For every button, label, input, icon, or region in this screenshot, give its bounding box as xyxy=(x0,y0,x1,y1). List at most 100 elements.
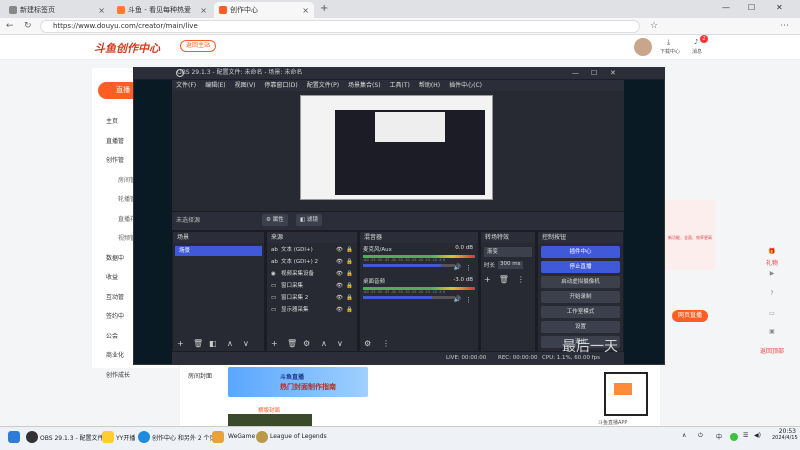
sidebar-item[interactable]: 数据中 xyxy=(106,253,124,262)
obs-minimize-button[interactable]: — xyxy=(572,69,579,77)
maximize-button[interactable]: ☐ xyxy=(748,3,755,12)
trash-icon[interactable]: 🗑 xyxy=(193,339,203,348)
source-item[interactable]: ▭ 显示器采集 👁 🔒 xyxy=(267,305,357,315)
volume-slider[interactable] xyxy=(363,264,455,267)
chat-icon[interactable]: ▭ xyxy=(760,310,784,317)
eye-icon[interactable]: 👁 xyxy=(336,257,343,267)
add-icon[interactable]: + xyxy=(271,339,278,348)
filters-button[interactable]: ◧ 滤镜 xyxy=(296,214,322,226)
tab-new-tab[interactable]: 新建标签页 × xyxy=(4,2,110,18)
back-to-top-link[interactable]: 返回顶部 xyxy=(760,346,784,355)
url-input[interactable]: https://www.douyu.com/creator/main/live xyxy=(40,20,640,33)
properties-button[interactable]: ⚙ 属性 xyxy=(262,214,288,226)
volume-slider[interactable] xyxy=(363,296,455,299)
sidebar-item[interactable]: 创作管 xyxy=(106,155,124,164)
speaker-icon[interactable]: 🔊 xyxy=(454,296,461,303)
messages-link[interactable]: 消息 xyxy=(692,48,702,55)
obs-menu-item[interactable]: 视图(V) xyxy=(235,82,256,89)
speaker-icon[interactable]: 🔊 xyxy=(454,264,461,271)
control-button[interactable]: 设置 xyxy=(541,321,620,333)
taskbar-yy[interactable]: YY开播 xyxy=(116,433,135,442)
back-to-main-button[interactable]: 返回主站 xyxy=(180,40,217,52)
gear-icon[interactable]: ⚙ xyxy=(303,339,310,348)
sidebar-item[interactable]: 公会 xyxy=(106,331,118,340)
control-button[interactable]: 开始录制 xyxy=(541,291,620,303)
eye-icon[interactable]: 👁 xyxy=(336,293,343,303)
new-tab-button[interactable]: + xyxy=(320,3,328,14)
lock-icon[interactable]: 🔒 xyxy=(346,305,353,315)
source-item[interactable]: ◉ 视频采集设备 👁 🔒 xyxy=(267,269,357,279)
close-icon[interactable]: × xyxy=(200,6,207,15)
obs-menu-item[interactable]: 文件(F) xyxy=(176,82,196,89)
avatar[interactable] xyxy=(634,38,652,56)
lock-icon[interactable]: 🔒 xyxy=(346,293,353,303)
sidebar-item[interactable]: 商业化 xyxy=(106,350,124,359)
monitor-icon[interactable]: ▣ xyxy=(760,328,784,335)
more-icon[interactable]: ⋯ xyxy=(780,21,789,31)
web-live-button[interactable]: 网页直播 xyxy=(672,310,709,322)
close-icon[interactable]: × xyxy=(98,6,105,15)
back-icon[interactable]: ← xyxy=(6,21,14,31)
download-center-link[interactable]: 下载中心 xyxy=(660,48,680,55)
chevron-down-icon[interactable]: ∨ xyxy=(243,339,249,348)
source-item[interactable]: ab 文本 (GDI+) 2 👁 🔒 xyxy=(267,257,357,267)
source-item[interactable]: ▭ 窗口采集 2 👁 🔒 xyxy=(267,293,357,303)
wechat-icon[interactable] xyxy=(730,433,738,441)
chevron-up-icon[interactable]: ∧ xyxy=(682,432,686,439)
favorite-icon[interactable]: ☆ xyxy=(650,21,658,31)
sidebar-item[interactable]: 签约中 xyxy=(106,311,124,320)
power-icon[interactable]: ⏻ xyxy=(698,432,703,440)
more-icon[interactable]: ⋮ xyxy=(465,296,472,304)
minimize-button[interactable]: — xyxy=(722,3,730,12)
wegame-icon[interactable] xyxy=(212,431,224,443)
add-icon[interactable]: + xyxy=(484,275,491,284)
obs-menu-item[interactable]: 场景集合(S) xyxy=(348,82,381,89)
control-button[interactable]: 启动虚拟摄像机 xyxy=(541,276,620,288)
eye-icon[interactable]: 👁 xyxy=(336,305,343,315)
scene-item[interactable]: 场景 xyxy=(175,246,262,256)
trash-icon[interactable]: 🗑 xyxy=(499,275,509,284)
lock-icon[interactable]: 🔒 xyxy=(346,257,353,267)
source-item[interactable]: ▭ 窗口采集 👁 🔒 xyxy=(267,281,357,291)
eye-icon[interactable]: 👁 xyxy=(336,281,343,291)
more-icon[interactable]: ⋮ xyxy=(517,275,525,284)
close-window-button[interactable]: ✕ xyxy=(776,3,783,12)
taskbar-wegame[interactable]: WeGame xyxy=(228,433,255,440)
taskbar-browser[interactable]: 创作中心 和另外 2 个页 xyxy=(152,433,216,442)
yy-app-icon[interactable] xyxy=(102,431,114,443)
obs-menu-item[interactable]: 编辑(E) xyxy=(205,82,225,89)
source-item[interactable]: ab 文本 (GDI+) 👁 🔒 xyxy=(267,245,357,255)
gift-icon[interactable]: 🎁 xyxy=(760,248,784,255)
chevron-up-icon[interactable]: ∧ xyxy=(321,339,327,348)
sidebar-item[interactable]: 收益 xyxy=(106,272,118,281)
help-icon[interactable]: ? xyxy=(760,290,784,297)
obs-menu-item[interactable]: 工具(T) xyxy=(390,82,410,89)
site-logo[interactable]: 斗鱼创作中心 xyxy=(94,40,160,56)
sidebar-item[interactable]: 直播管 xyxy=(106,136,124,145)
control-button[interactable]: 停止直播 xyxy=(541,261,620,273)
clock[interactable]: 20:53 2024/4/15 xyxy=(772,428,798,441)
ime-indicator[interactable]: 中 xyxy=(716,432,722,441)
eye-icon[interactable]: 👁 xyxy=(336,269,343,279)
obs-menu-item[interactable]: 配置文件(P) xyxy=(307,82,339,89)
obs-app-icon[interactable] xyxy=(26,431,38,443)
add-icon[interactable]: + xyxy=(177,339,184,348)
obs-menu-item[interactable]: 插件中心(C) xyxy=(449,82,482,89)
sidebar-item[interactable]: 创作成长 xyxy=(106,370,130,379)
sidebar-item[interactable]: 互动管 xyxy=(106,292,124,301)
sidebar-item[interactable]: 主页 xyxy=(106,116,118,125)
obs-menu-item[interactable]: 停靠窗口(D) xyxy=(264,82,297,89)
play-icon[interactable]: ▶ xyxy=(760,270,784,277)
volume-icon[interactable]: ◀) xyxy=(754,432,761,439)
network-icon[interactable]: ☰ xyxy=(743,432,748,439)
bell-icon[interactable]: ♪ xyxy=(694,38,698,46)
chevron-down-icon[interactable]: ∨ xyxy=(337,339,343,348)
obs-menu-item[interactable]: 帮助(H) xyxy=(419,82,440,89)
lock-icon[interactable]: 🔒 xyxy=(346,245,353,255)
lock-icon[interactable]: 🔒 xyxy=(346,281,353,291)
lock-icon[interactable]: 🔒 xyxy=(346,269,353,279)
close-icon[interactable]: × xyxy=(302,6,309,15)
mixer-settings-icon[interactable]: ⚙ xyxy=(364,339,371,348)
download-icon[interactable]: ⤓ xyxy=(667,38,670,47)
more-icon[interactable]: ⋮ xyxy=(382,339,390,348)
